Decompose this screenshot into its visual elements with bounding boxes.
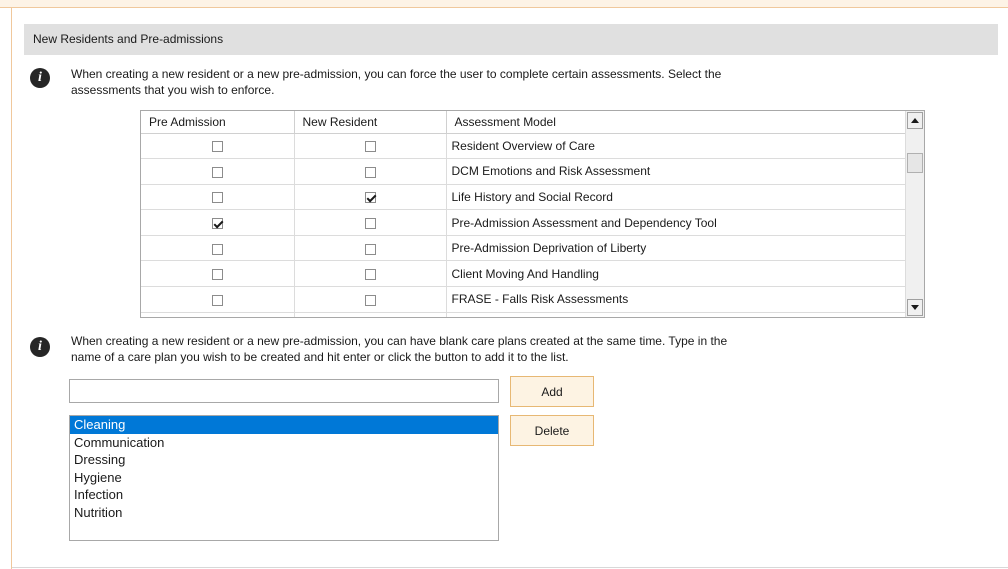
scroll-up-button[interactable] bbox=[907, 112, 923, 129]
new-resident-checkbox[interactable] bbox=[364, 243, 376, 255]
panel-bottom-border bbox=[12, 567, 1008, 568]
new-resident-checkbox[interactable] bbox=[364, 217, 376, 229]
assessment-row[interactable]: Life History and Social Record bbox=[141, 184, 905, 211]
careplan-list-item[interactable]: Infection bbox=[70, 486, 498, 504]
add-button[interactable]: Add bbox=[510, 376, 594, 407]
window-left-border bbox=[11, 7, 12, 569]
new-resident-cell bbox=[294, 260, 447, 288]
assessments-table: Pre Admission New Resident Assessment Mo… bbox=[141, 111, 905, 317]
pre-admission-cell bbox=[141, 312, 295, 317]
assessment-model-cell: Pre-Admission Assessment and Dependency … bbox=[446, 209, 905, 236]
pre-admission-cell bbox=[141, 133, 295, 160]
pre-admission-cell bbox=[141, 286, 295, 313]
pre-admission-cell bbox=[141, 235, 295, 262]
new-resident-checkbox[interactable] bbox=[364, 192, 376, 204]
column-header-pre-admission[interactable]: Pre Admission bbox=[141, 111, 295, 134]
new-resident-cell bbox=[294, 158, 447, 185]
new-resident-checkbox[interactable] bbox=[364, 294, 376, 306]
pre-admission-checkbox[interactable] bbox=[211, 166, 223, 178]
arrow-up-icon bbox=[911, 118, 919, 123]
careplan-name-input[interactable] bbox=[69, 379, 499, 403]
careplan-list-item[interactable]: Hygiene bbox=[70, 469, 498, 487]
new-resident-cell bbox=[294, 209, 447, 236]
new-resident-checkbox[interactable] bbox=[364, 269, 376, 281]
pre-admission-checkbox[interactable] bbox=[211, 141, 223, 153]
assessment-row[interactable]: Resident Overview of Care bbox=[141, 133, 905, 160]
column-header-assessment-model[interactable]: Assessment Model bbox=[446, 111, 905, 134]
assessment-row[interactable] bbox=[141, 312, 905, 317]
delete-button[interactable]: Delete bbox=[510, 415, 594, 446]
new-resident-cell bbox=[294, 184, 447, 211]
new-resident-cell bbox=[294, 312, 447, 317]
section-header: New Residents and Pre-admissions bbox=[24, 24, 998, 55]
assessment-model-cell bbox=[446, 312, 905, 317]
pre-admission-cell bbox=[141, 260, 295, 288]
assessment-model-cell: Client Moving And Handling bbox=[446, 260, 905, 288]
pre-admission-cell bbox=[141, 158, 295, 185]
pre-admission-checkbox[interactable] bbox=[211, 243, 223, 255]
pre-admission-cell bbox=[141, 184, 295, 211]
assessment-row[interactable]: FRASE - Falls Risk Assessments bbox=[141, 286, 905, 313]
assessments-description: When creating a new resident or a new pr… bbox=[71, 66, 971, 98]
careplan-list[interactable]: Cleaning Communication Dressing Hygiene Infe… bbox=[69, 415, 499, 541]
pre-admission-checkbox[interactable] bbox=[211, 269, 223, 281]
assessment-model-cell: DCM Emotions and Risk Assessment bbox=[446, 158, 905, 185]
assessment-row[interactable]: Pre-Admission Deprivation of Liberty bbox=[141, 235, 905, 262]
new-resident-checkbox[interactable] bbox=[364, 166, 376, 178]
info-icon: i bbox=[30, 337, 50, 357]
assessments-grid-viewport: Pre Admission New Resident Assessment Mo… bbox=[141, 111, 905, 317]
new-resident-cell bbox=[294, 286, 447, 313]
window-top-border bbox=[0, 0, 1008, 8]
column-header-new-resident[interactable]: New Resident bbox=[294, 111, 447, 134]
careplan-list-item[interactable]: Nutrition bbox=[70, 504, 498, 522]
pre-admission-checkbox[interactable] bbox=[211, 294, 223, 306]
assessment-model-cell: Pre-Admission Deprivation of Liberty bbox=[446, 235, 905, 262]
section-title: New Residents and Pre-admissions bbox=[33, 32, 224, 46]
scroll-down-button[interactable] bbox=[907, 299, 923, 316]
new-resident-cell bbox=[294, 235, 447, 262]
careplan-list-item[interactable]: Cleaning bbox=[70, 416, 498, 434]
careplan-list-item[interactable]: Communication bbox=[70, 434, 498, 452]
assessments-description-line-1: When creating a new resident or a new pr… bbox=[71, 67, 722, 81]
pre-admission-checkbox[interactable] bbox=[211, 192, 223, 204]
careplan-list-item[interactable]: Dressing bbox=[70, 451, 498, 469]
grid-vertical-scrollbar[interactable] bbox=[905, 111, 924, 317]
scroll-thumb[interactable] bbox=[907, 153, 923, 173]
careplans-description: When creating a new resident or a new pr… bbox=[71, 333, 971, 365]
assessment-row[interactable]: Client Moving And Handling bbox=[141, 260, 905, 288]
grid-header-row: Pre Admission New Resident Assessment Mo… bbox=[141, 111, 905, 134]
assessment-model-cell: Resident Overview of Care bbox=[446, 133, 905, 160]
assessment-model-cell: Life History and Social Record bbox=[446, 184, 905, 211]
careplans-description-line-1: When creating a new resident or a new pr… bbox=[71, 334, 728, 348]
assessment-row[interactable]: Pre-Admission Assessment and Dependency … bbox=[141, 209, 905, 236]
new-resident-cell bbox=[294, 133, 447, 160]
assessments-grid: Pre Admission New Resident Assessment Mo… bbox=[140, 110, 925, 318]
assessment-model-cell: FRASE - Falls Risk Assessments bbox=[446, 286, 905, 313]
assessment-row[interactable]: DCM Emotions and Risk Assessment bbox=[141, 158, 905, 185]
info-icon: i bbox=[30, 68, 50, 88]
assessments-description-line-2: assessments that you wish to enforce. bbox=[71, 83, 275, 97]
pre-admission-cell bbox=[141, 209, 295, 236]
pre-admission-checkbox[interactable] bbox=[211, 217, 223, 229]
careplans-description-line-2: name of a care plan you wish to be creat… bbox=[71, 350, 569, 364]
new-resident-checkbox[interactable] bbox=[364, 141, 376, 153]
arrow-down-icon bbox=[911, 305, 919, 310]
